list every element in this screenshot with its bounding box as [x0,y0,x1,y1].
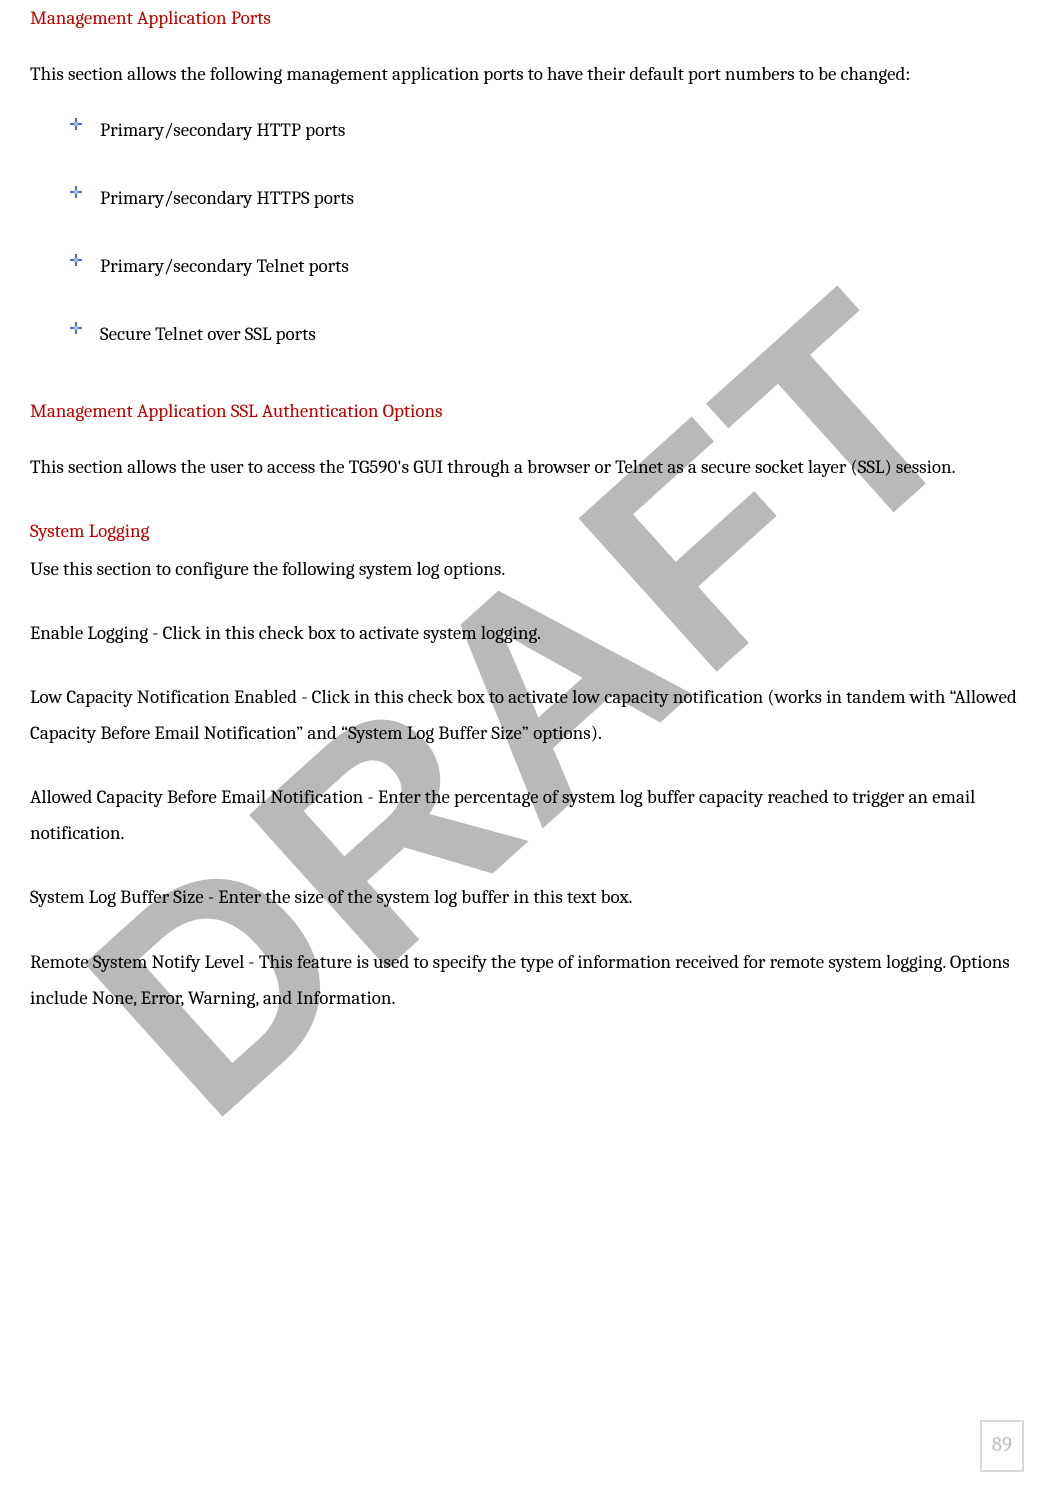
section3-para-remote-notify: Remote System Notify Level - This featur… [30,944,1019,1016]
page-number: 89 [980,1420,1024,1472]
section3-para-allowed-capacity: Allowed Capacity Before Email Notificati… [30,779,1019,851]
list-item: Primary/secondary Telnet ports [70,248,1019,284]
section2-intro: This section allows the user to access t… [30,449,1019,485]
section3-para-buffer-size: System Log Buffer Size - Enter the size … [30,879,1019,915]
section3-para-enable-logging: Enable Logging - Click in this check box… [30,615,1019,651]
bullet-icon [70,322,82,334]
bullet-icon [70,254,82,266]
heading-management-application-ports: Management Application Ports [30,0,1019,36]
section3-intro: Use this section to configure the follow… [30,551,1019,587]
page-content: Management Application Ports This sectio… [30,0,1019,1016]
heading-ssl-authentication: Management Application SSL Authenticatio… [30,393,1019,429]
list-item-label: Primary/secondary Telnet ports [100,255,349,277]
list-item-label: Primary/secondary HTTPS ports [100,187,354,209]
bullet-icon [70,118,82,130]
ports-bullet-list: Primary/secondary HTTP ports Primary/sec… [30,112,1019,352]
list-item-label: Primary/secondary HTTP ports [100,119,345,141]
section1-intro: This section allows the following manage… [30,56,1019,92]
bullet-icon [70,186,82,198]
section3-para-low-capacity: Low Capacity Notification Enabled - Clic… [30,679,1019,751]
list-item-label: Secure Telnet over SSL ports [100,323,316,345]
heading-system-logging: System Logging [30,513,1019,549]
list-item: Primary/secondary HTTP ports [70,112,1019,148]
list-item: Primary/secondary HTTPS ports [70,180,1019,216]
list-item: Secure Telnet over SSL ports [70,316,1019,352]
